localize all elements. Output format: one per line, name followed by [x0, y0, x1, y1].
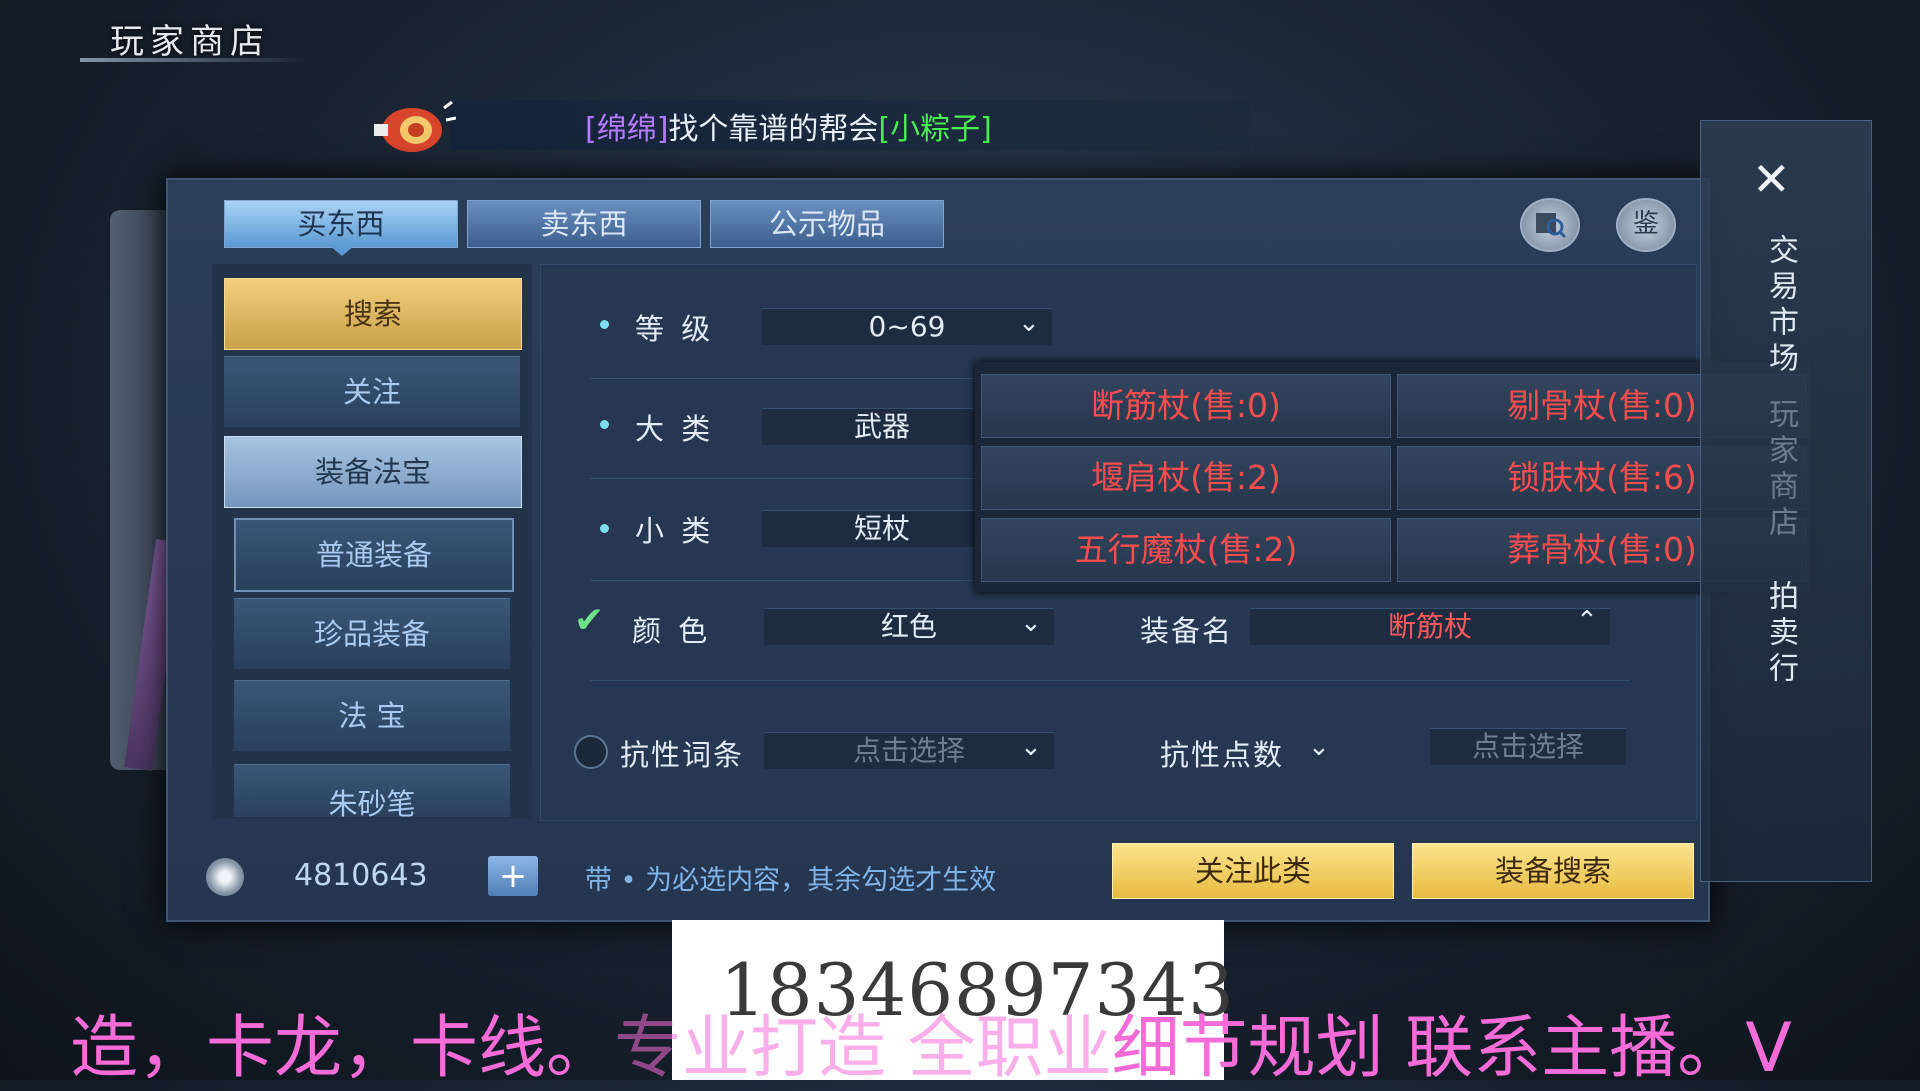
megaphone-icon [374, 100, 456, 152]
chevron-down-icon[interactable]: ⌄ [1308, 732, 1330, 762]
category-label: 大 类 [635, 412, 715, 446]
resist-entry-label: 抗性词条 [620, 738, 745, 772]
subcategory-select[interactable]: 短杖 [762, 510, 1002, 547]
sidebar-item-equip-treasure[interactable]: 装备法宝 [224, 436, 522, 508]
broadcast-target[interactable]: [小粽子] [878, 112, 991, 147]
equip-name-dropdown: 断筋杖(售:0) 剔骨杖(售:0) 堰肩杖(售:2) 锁肤杖(售:6) 五行魔杖… [975, 362, 1811, 592]
side-tab-auction[interactable]: 拍卖行 [1758, 580, 1802, 688]
color-checkbox-checked[interactable]: ✔ [574, 600, 604, 641]
resist-points-select[interactable]: 点击选择 [1430, 728, 1626, 765]
close-icon[interactable]: ✕ [1752, 152, 1791, 206]
dropdown-option[interactable]: 堰肩杖(售:2) [981, 446, 1391, 510]
tab-buy[interactable]: 买东西 [224, 200, 458, 248]
level-select[interactable]: 0~69 [762, 308, 1052, 345]
equip-name-label: 装备名 [1140, 614, 1234, 648]
chevron-down-icon[interactable]: ⌄ [1020, 732, 1042, 762]
sidebar-item-search[interactable]: 搜索 [224, 278, 522, 350]
follow-category-button[interactable]: 关注此类 [1112, 843, 1394, 899]
category-value: 武器 [853, 410, 910, 443]
ticker-text-2: 专业打造 全职业 [614, 1009, 1112, 1088]
money-amount: 4810643 [294, 858, 428, 893]
row-divider [590, 680, 1630, 681]
subcategory-label: 小 类 [635, 514, 715, 548]
side-tab-player-shop[interactable]: 玩家商店 [1758, 398, 1802, 542]
equip-name-select[interactable]: 断筋杖 [1250, 608, 1610, 645]
category-select[interactable]: 武器 [762, 408, 1002, 445]
required-hint: 带 • 为必选内容，其余勾选才生效 [585, 865, 997, 896]
sidebar-item-treasure[interactable]: 法 宝 [234, 680, 510, 751]
title-underline [80, 58, 310, 62]
resist-points-placeholder: 点击选择 [1471, 730, 1584, 763]
chevron-down-icon[interactable]: ⌄ [1018, 308, 1040, 338]
shop-title: 玩家商店 [110, 22, 270, 62]
sidebar-item-follow[interactable]: 关注 [224, 356, 520, 427]
required-bullet [600, 320, 609, 329]
broadcast-sender[interactable]: [绵绵] [585, 112, 668, 147]
resist-entry-checkbox[interactable] [574, 735, 608, 769]
equip-search-button[interactable]: 装备搜索 [1412, 843, 1694, 899]
tab-active-caret [330, 246, 354, 256]
side-tab-market[interactable]: 交易市场 [1758, 234, 1802, 378]
resist-entry-select[interactable]: 点击选择 [764, 732, 1054, 769]
required-bullet [600, 420, 609, 429]
level-label: 等 级 [635, 312, 715, 346]
resist-entry-placeholder: 点击选择 [852, 734, 965, 767]
appraise-button[interactable]: 鉴 [1616, 198, 1676, 252]
subcategory-value: 短杖 [853, 512, 910, 545]
tab-sell[interactable]: 卖东西 [467, 200, 701, 248]
add-money-button[interactable]: + [488, 856, 538, 896]
chevron-up-icon[interactable]: ⌃ [1576, 606, 1598, 636]
level-value: 0~69 [868, 310, 946, 343]
dropdown-option[interactable]: 断筋杖(售:0) [981, 374, 1391, 438]
color-label: 颜 色 [632, 614, 712, 648]
required-bullet [600, 524, 609, 533]
color-value: 红色 [880, 610, 937, 643]
sidebar-item-cinnabar-pen[interactable]: 朱砂笔 [234, 764, 510, 817]
chevron-down-icon[interactable]: ⌄ [1020, 608, 1042, 638]
sidebar-item-normal-equip[interactable]: 普通装备 [234, 518, 514, 592]
tab-publicity[interactable]: 公示物品 [710, 200, 944, 248]
color-select[interactable]: 红色 [764, 608, 1054, 645]
scroll-search-icon[interactable] [1520, 198, 1580, 252]
dropdown-option[interactable]: 五行魔杖(售:2) [981, 518, 1391, 582]
silver-coin-icon [206, 858, 244, 896]
ticker-text-3: 细节规划 联系主播。V [1111, 1009, 1792, 1088]
equip-name-value: 断筋杖 [1387, 610, 1472, 643]
stream-ticker: 造，卡龙，卡线。专业打造 全职业细节规划 联系主播。V [70, 992, 1792, 1091]
ticker-text-1: 造，卡龙，卡线。 [70, 1009, 615, 1088]
sidebar-item-rare-equip[interactable]: 珍品装备 [234, 598, 510, 669]
broadcast-text: 找个靠谱的帮会 [668, 112, 879, 147]
broadcast-message: [绵绵]找个靠谱的帮会[小粽子] [585, 104, 992, 148]
resist-points-label[interactable]: 抗性点数 [1160, 732, 1284, 774]
